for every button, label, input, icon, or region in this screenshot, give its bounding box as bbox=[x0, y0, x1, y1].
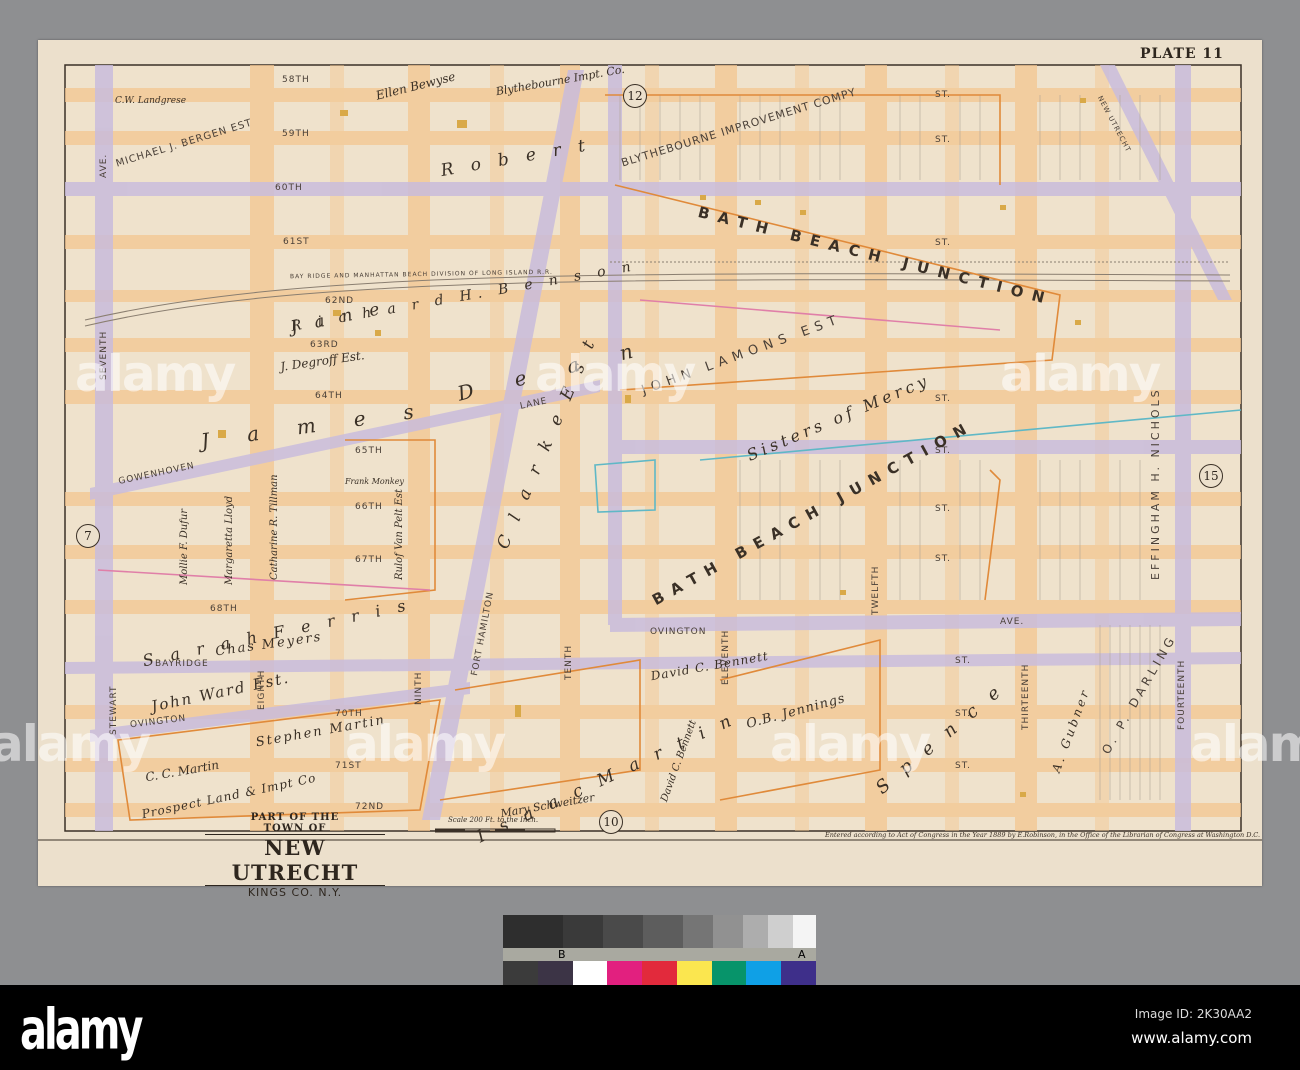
avenue-label-ovington: OVINGTON bbox=[650, 627, 707, 637]
title-line2: TOWN OF bbox=[263, 823, 327, 834]
watermark: alamy bbox=[1190, 715, 1300, 773]
watermark: alamy bbox=[0, 715, 151, 773]
street-label-63rd: 63RD bbox=[310, 340, 339, 350]
color-swatch bbox=[676, 961, 712, 985]
label-b: B bbox=[558, 948, 566, 961]
image-id: Image ID: 2K30AA2 bbox=[1134, 1007, 1252, 1021]
watermark: alamy bbox=[535, 345, 696, 403]
title-main: NEW UTRECHT bbox=[205, 834, 385, 886]
title-sub: KINGS CO. N.Y. bbox=[247, 886, 343, 899]
color-swatch bbox=[642, 961, 677, 985]
owner-mollie-dufur: Mollie F. Dufur bbox=[179, 508, 190, 585]
watermark: alamy bbox=[75, 345, 236, 403]
ruler: B A bbox=[503, 948, 816, 961]
owner-landgrese: C.W. Landgrese bbox=[115, 96, 187, 106]
street-label-st: ST. bbox=[935, 394, 952, 404]
street-label-66th: 66TH bbox=[355, 502, 383, 512]
avenue-label-thirteenth: THIRTEENTH bbox=[1021, 663, 1031, 730]
owner-rulof-van-pelt: Rulof Van Pelt Est bbox=[394, 489, 405, 580]
color-swatch bbox=[503, 961, 538, 985]
sheet-ref-left[interactable]: 7 bbox=[76, 524, 100, 548]
color-swatch bbox=[572, 961, 608, 985]
watermark-bar: alamy Image ID: 2K30AA2 www.alamy.com bbox=[0, 985, 1300, 1070]
color-swatch bbox=[537, 961, 573, 985]
owner-catharine-tillman: Catharine R. Tillman bbox=[269, 474, 280, 580]
street-label-st: ST. bbox=[935, 90, 952, 100]
map-title: PART OF THE TOWN OF NEW UTRECHT KINGS CO… bbox=[205, 812, 385, 899]
color-checker: B A bbox=[503, 915, 816, 985]
street-label-st: ST. bbox=[955, 656, 972, 666]
scale-text: Scale 200 Ft. to the Inch. bbox=[448, 816, 539, 824]
street-label-67th: 67TH bbox=[355, 555, 383, 565]
color-swatch bbox=[746, 961, 782, 985]
avenue-label-ave: AVE. bbox=[99, 153, 109, 178]
street-label-64th: 64TH bbox=[315, 391, 343, 401]
sheet-ref-right[interactable]: 15 bbox=[1199, 464, 1223, 488]
color-swatch bbox=[607, 961, 643, 985]
street-label-st: ST. bbox=[935, 554, 952, 564]
street-label-59th: 59TH bbox=[282, 129, 310, 139]
street-label-st: ST. bbox=[935, 504, 952, 514]
street-label-65th: 65TH bbox=[355, 446, 383, 456]
owner-margaretta-lloyd: Margaretta Lloyd bbox=[224, 495, 235, 585]
sheet-ref-bottom[interactable]: 10 bbox=[599, 810, 623, 834]
color-swatch bbox=[711, 961, 747, 985]
street-label-61st: 61ST bbox=[283, 237, 310, 247]
street-label-st: ST. bbox=[955, 761, 972, 771]
watermark: alamy bbox=[345, 715, 506, 773]
copyright-credit: Entered according to Act of Congress in … bbox=[825, 831, 1261, 839]
street-label-68th: 68TH bbox=[210, 604, 238, 614]
label-a: A bbox=[798, 948, 806, 961]
street-label-st: ST. bbox=[935, 135, 952, 145]
alamy-logo: alamy bbox=[20, 998, 143, 1063]
watermark: alamy bbox=[770, 715, 931, 773]
street-label-60th: 60TH bbox=[275, 183, 303, 193]
watermark: alamy bbox=[1000, 345, 1161, 403]
owner-effingham-nichols: EFFINGHAM H. NICHOLS bbox=[1149, 387, 1162, 580]
avenue-label-twelfth: TWELFTH bbox=[871, 565, 881, 615]
color-swatch bbox=[781, 961, 816, 985]
scale-bar bbox=[435, 828, 556, 833]
sheet-ref-top[interactable]: 12 bbox=[623, 84, 647, 108]
owner-frank: Frank Monkey bbox=[345, 477, 404, 486]
street-label-ave: AVE. bbox=[1000, 617, 1025, 627]
watermark-url: www.alamy.com bbox=[1131, 1029, 1252, 1047]
street-label-72nd: 72ND bbox=[355, 802, 385, 812]
avenue-label-fourteenth: FOURTEENTH bbox=[1177, 659, 1187, 730]
avenue-label-ninth: NINTH bbox=[414, 671, 424, 705]
street-label-st: ST. bbox=[935, 238, 952, 248]
title-line1: PART OF THE bbox=[250, 812, 340, 823]
street-label-58th: 58TH bbox=[282, 75, 310, 85]
plate-number: PLATE 11 bbox=[1140, 46, 1224, 62]
avenue-label-tenth: TENTH bbox=[564, 644, 574, 680]
